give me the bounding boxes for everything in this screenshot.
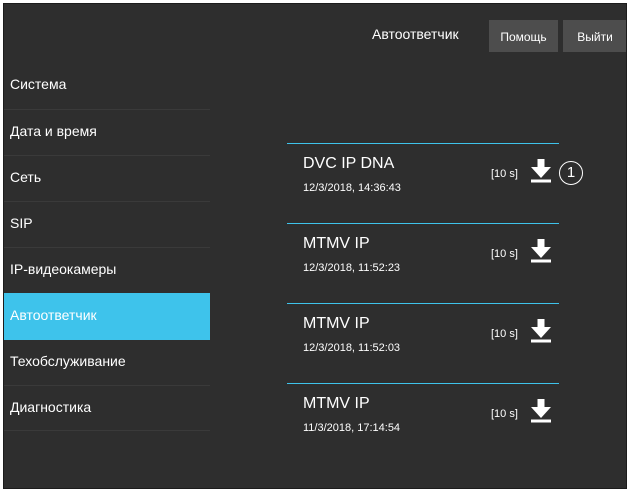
message-row: MTMV IP 12/3/2018, 11:52:03 [10 s] (287, 303, 559, 383)
sidebar-item-label: Система (10, 76, 67, 92)
sidebar-item-label: Диагностика (10, 399, 92, 415)
sidebar-item-network[interactable]: Сеть (4, 155, 210, 201)
message-caller: DVC IP DNA (303, 155, 395, 172)
download-icon[interactable] (530, 397, 552, 423)
sidebar-item-ip-cameras[interactable]: IP-видеокамеры (4, 247, 210, 293)
message-timestamp: 12/3/2018, 14:36:43 (303, 182, 401, 194)
sidebar-item-label: IP-видеокамеры (10, 261, 117, 277)
message-caller: MTMV IP (303, 315, 370, 332)
sidebar-item-system[interactable]: Система (4, 63, 210, 109)
message-row: MTMV IP 11/3/2018, 17:14:54 [10 s] (287, 383, 559, 463)
message-duration: [10 s] (491, 408, 518, 420)
logout-button[interactable]: Выйти (563, 20, 626, 52)
message-timestamp: 12/3/2018, 11:52:23 (303, 262, 401, 274)
message-row: DVC IP DNA 12/3/2018, 14:36:43 [10 s] (287, 143, 559, 223)
callout-marker: 1 (559, 161, 583, 185)
sidebar-item-label: Дата и время (10, 123, 97, 139)
help-button[interactable]: Помощь (489, 20, 558, 52)
download-icon[interactable] (530, 237, 552, 263)
message-timestamp: 12/3/2018, 11:52:03 (303, 342, 401, 354)
app-screen: Автоответчик Помощь Выйти Система Дата и… (3, 3, 627, 489)
sidebar-item-maintenance[interactable]: Техобслуживание (4, 339, 210, 385)
message-caller: MTMV IP (303, 395, 370, 412)
sidebar-item-date-time[interactable]: Дата и время (4, 109, 210, 155)
sidebar-item-label: Автоответчик (10, 307, 97, 323)
message-duration: [10 s] (491, 248, 518, 260)
message-list: DVC IP DNA 12/3/2018, 14:36:43 [10 s] MT… (287, 143, 559, 463)
sidebar-item-sip[interactable]: SIP (4, 201, 210, 247)
sidebar-item-label: Сеть (10, 169, 42, 185)
sidebar-item-label: Техобслуживание (10, 353, 126, 369)
page-title: Автоответчик (372, 26, 459, 42)
message-duration: [10 s] (491, 328, 518, 340)
message-row: MTMV IP 12/3/2018, 11:52:23 [10 s] (287, 223, 559, 303)
message-duration: [10 s] (491, 168, 518, 180)
sidebar-item-label: SIP (10, 215, 33, 231)
sidebar: Система Дата и время Сеть SIP IP-видеока… (4, 63, 210, 431)
message-caller: MTMV IP (303, 235, 370, 252)
message-timestamp: 11/3/2018, 17:14:54 (303, 422, 401, 434)
sidebar-item-diagnostics[interactable]: Диагностика (4, 385, 210, 431)
download-icon[interactable] (530, 317, 552, 343)
download-icon[interactable] (530, 157, 552, 183)
sidebar-item-answering-machine[interactable]: Автоответчик (4, 293, 210, 339)
